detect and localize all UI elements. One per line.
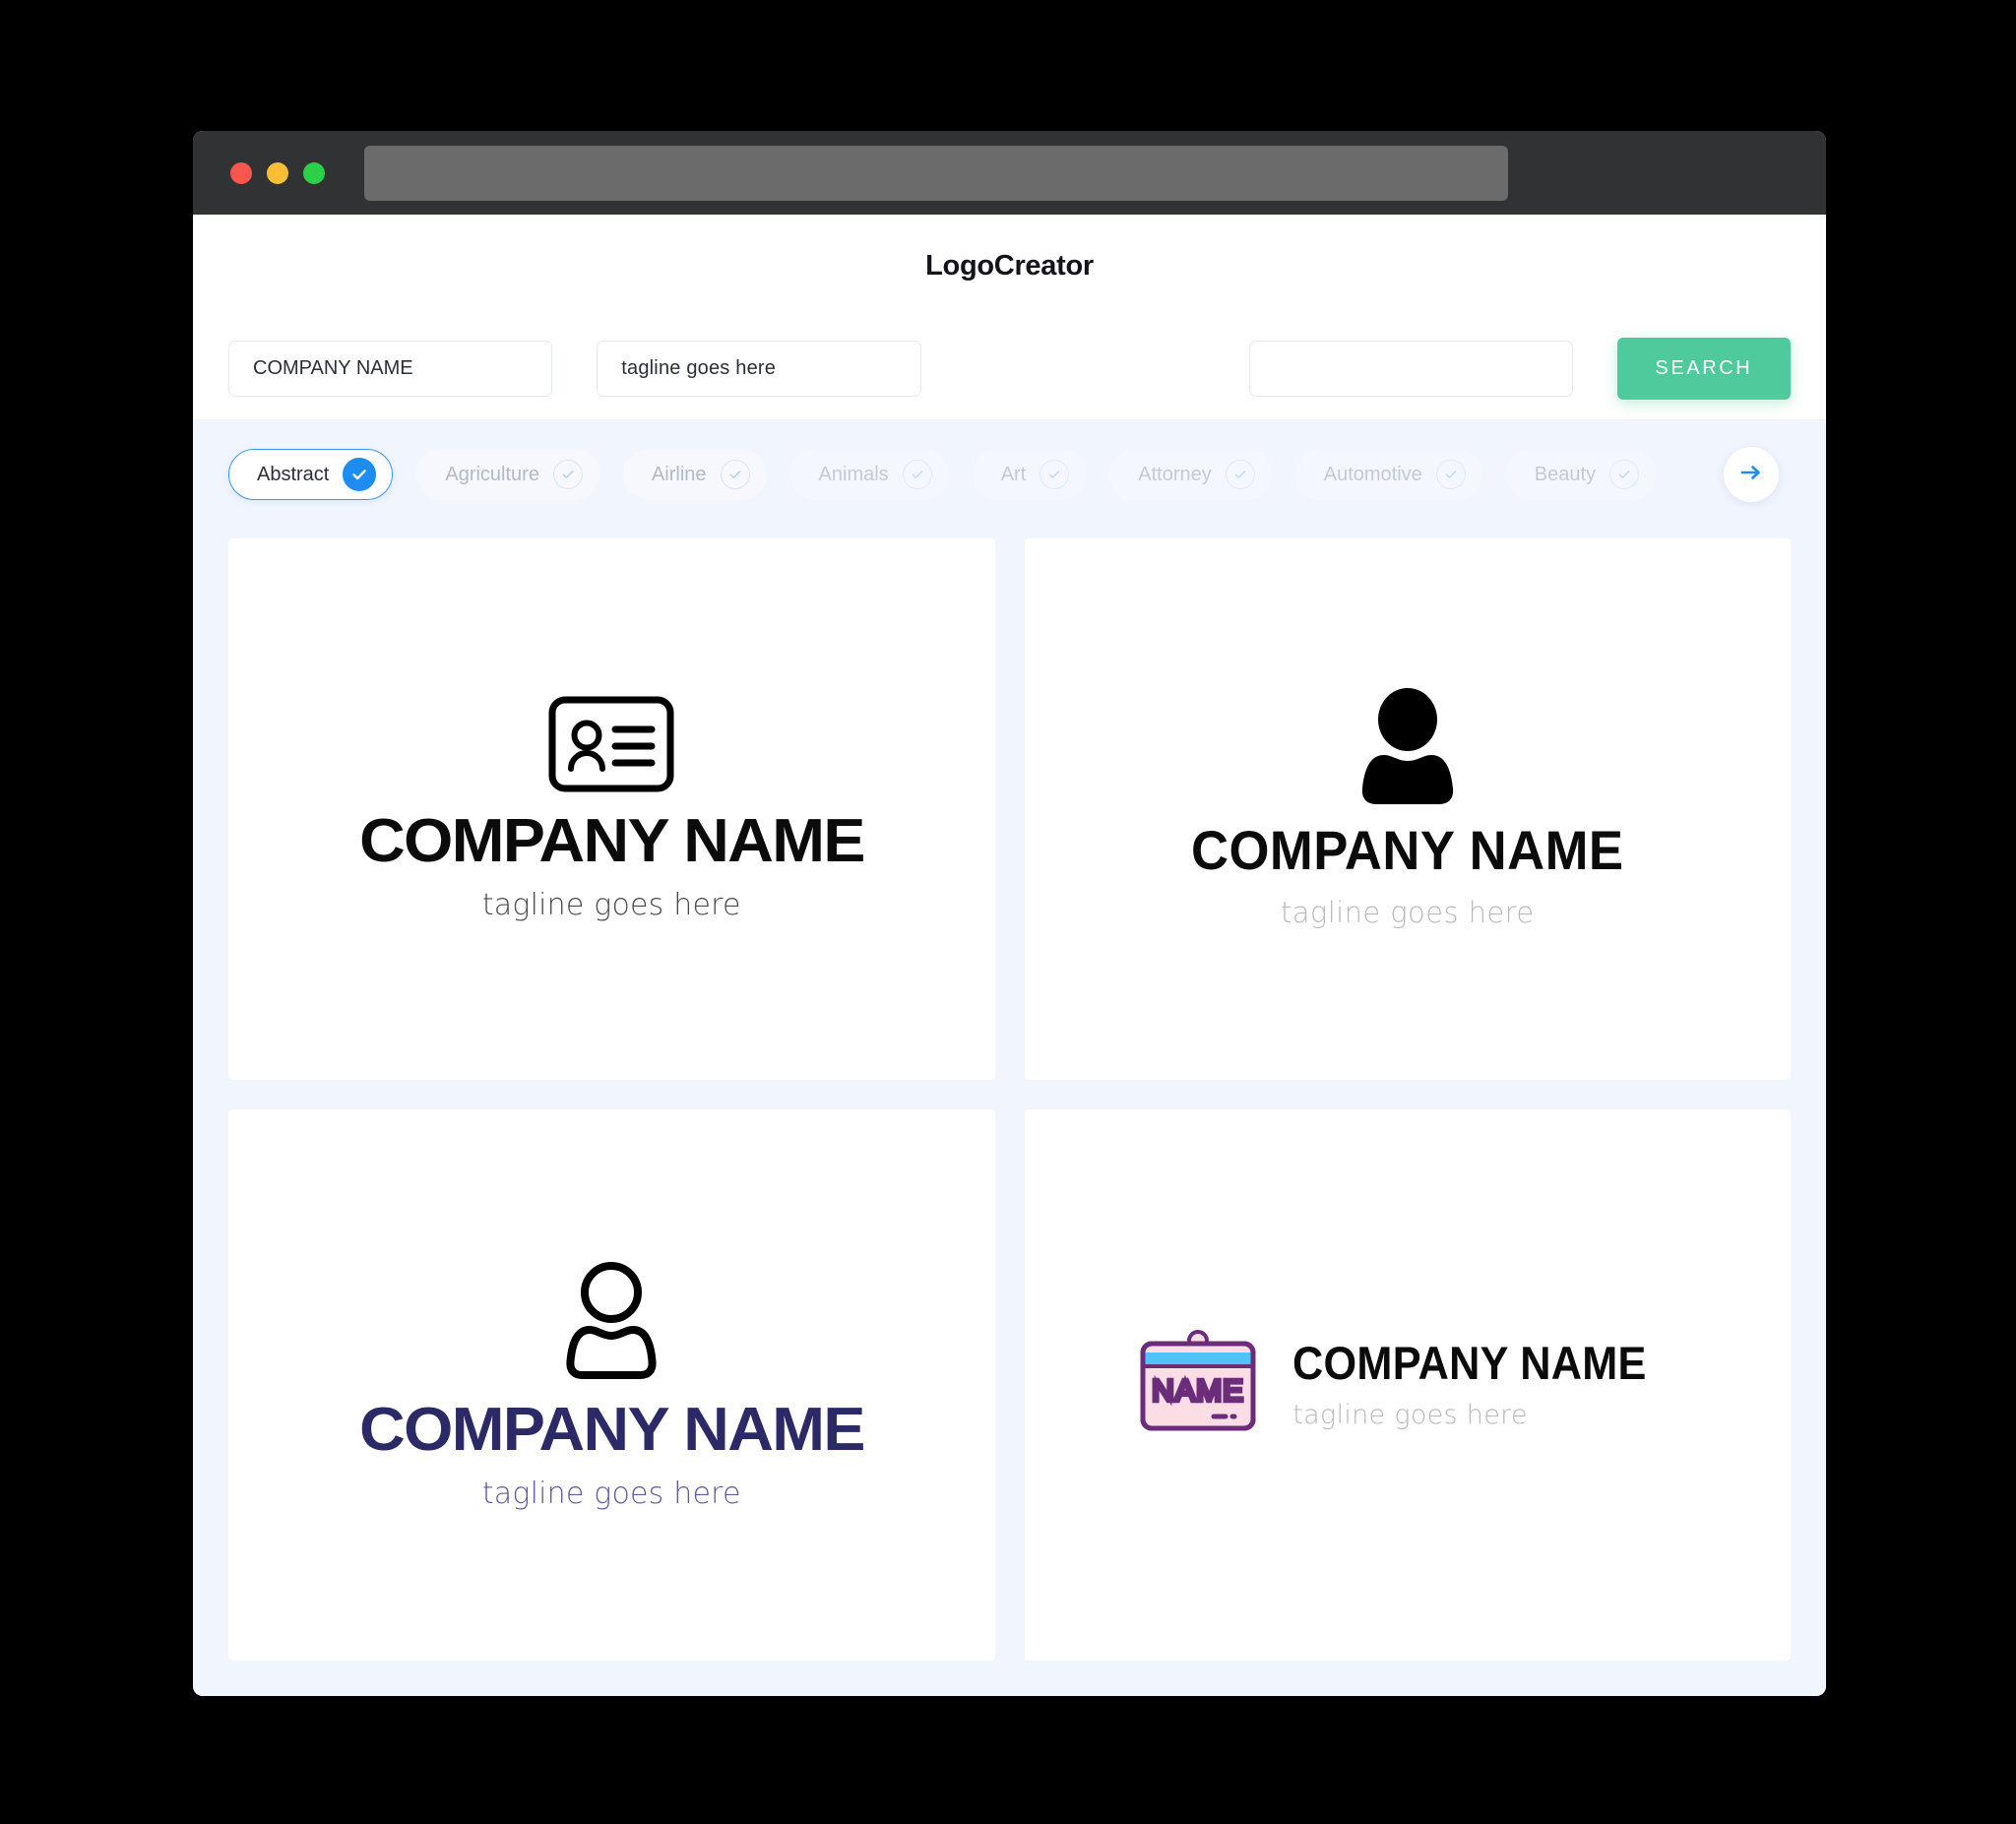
- check-circle-outline-icon: [1609, 460, 1640, 489]
- person-outline-icon: [560, 1259, 662, 1386]
- logo-tagline: tagline goes here: [1292, 1399, 1528, 1430]
- app-title: LogoCreator: [925, 250, 1094, 282]
- company-name-input[interactable]: [228, 341, 553, 397]
- tagline-input[interactable]: [597, 341, 921, 397]
- category-chip-label: Agriculture: [445, 463, 539, 485]
- category-chip-label: Abstract: [257, 463, 330, 485]
- category-chip-abstract[interactable]: Abstract: [228, 449, 394, 500]
- app-header: LogoCreator: [193, 215, 1826, 318]
- category-chip-label: Attorney: [1138, 463, 1212, 485]
- category-chip-label: Automotive: [1323, 463, 1422, 485]
- category-chip-automotive[interactable]: Automotive: [1294, 449, 1482, 500]
- address-bar[interactable]: [364, 145, 1508, 201]
- maximize-window-button[interactable]: [303, 161, 325, 184]
- badge-name-text: NAME: [1152, 1373, 1244, 1408]
- category-chip-beauty[interactable]: Beauty: [1505, 449, 1657, 500]
- next-categories-button[interactable]: [1724, 447, 1779, 502]
- traffic-lights: [230, 161, 325, 184]
- logo-tagline: tagline goes here: [481, 1476, 741, 1511]
- category-chip-agriculture[interactable]: Agriculture: [416, 449, 599, 500]
- browser-window: LogoCreator SEARCH Abstract Agriculture: [193, 131, 1826, 1696]
- category-chip-label: Beauty: [1534, 463, 1597, 485]
- check-circle-outline-icon: [1435, 460, 1466, 489]
- logo-company-name: COMPANY NAME: [358, 806, 865, 875]
- category-chip-airline[interactable]: Airline: [622, 449, 767, 500]
- logo-company-name: COMPANY NAME: [1292, 1336, 1647, 1389]
- check-circle-outline-icon: [1225, 460, 1255, 489]
- logo-company-name: COMPANY NAME: [1191, 819, 1624, 882]
- check-circle-outline-icon: [720, 460, 750, 489]
- check-circle-filled-icon: [343, 458, 377, 491]
- category-chip-attorney[interactable]: Attorney: [1109, 449, 1272, 500]
- search-button[interactable]: SEARCH: [1616, 338, 1792, 400]
- logo-text-block: COMPANY NAME tagline goes here: [359, 810, 865, 922]
- category-chip-label: Art: [1000, 463, 1027, 485]
- search-toolbar: SEARCH: [193, 318, 1826, 420]
- category-chip-label: Airline: [651, 463, 707, 485]
- close-window-button[interactable]: [230, 161, 252, 184]
- name-badge-icon: NAME: [1137, 1330, 1259, 1439]
- logo-text-block: COMPANY NAME tagline goes here: [1177, 819, 1638, 930]
- arrow-right-icon: [1738, 460, 1764, 490]
- logo-tagline: tagline goes here: [1280, 896, 1535, 930]
- check-circle-outline-icon: [552, 460, 583, 489]
- logo-text-block: COMPANY NAME tagline goes here: [359, 1399, 865, 1511]
- minimize-window-button[interactable]: [267, 161, 288, 184]
- logo-tagline: tagline goes here: [481, 887, 741, 922]
- logo-card[interactable]: NAME COMPANY NAME tagline goes here: [1024, 1108, 1791, 1661]
- browser-titlebar: [193, 131, 1826, 215]
- logo-card[interactable]: COMPANY NAME tagline goes here: [228, 538, 995, 1080]
- category-chip-art[interactable]: Art: [972, 449, 1087, 500]
- category-filter-rail: Abstract Agriculture Airline Animals Art…: [193, 420, 1826, 529]
- keyword-input[interactable]: [1248, 341, 1573, 397]
- logo-company-name: COMPANY NAME: [358, 1395, 865, 1464]
- person-filled-icon: [1356, 688, 1459, 809]
- logo-card[interactable]: COMPANY NAME tagline goes here: [228, 1108, 995, 1661]
- logo-results-grid: COMPANY NAME tagline goes here COMPANY N…: [193, 529, 1826, 1696]
- logo-text-block: COMPANY NAME tagline goes here: [1292, 1340, 1677, 1430]
- check-circle-outline-icon: [1040, 460, 1070, 489]
- category-chip-label: Animals: [818, 463, 889, 485]
- logo-card[interactable]: COMPANY NAME tagline goes here: [1024, 538, 1791, 1080]
- id-card-icon: [548, 696, 674, 797]
- screenshot-stage: LogoCreator SEARCH Abstract Agriculture: [0, 0, 2016, 1824]
- check-circle-outline-icon: [902, 460, 932, 489]
- category-chip-animals[interactable]: Animals: [789, 449, 949, 500]
